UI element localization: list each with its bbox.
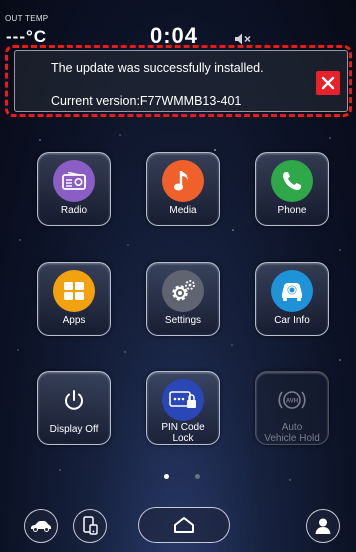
power-icon	[53, 379, 95, 421]
speaker-muted-icon	[235, 33, 251, 45]
app-button-settings[interactable]: Settings	[146, 262, 220, 336]
app-label-display-off: Display Off	[49, 424, 99, 435]
app-button-phone[interactable]: Phone	[255, 152, 329, 226]
app-label-radio: Radio	[60, 205, 88, 216]
car-icon	[31, 521, 51, 532]
phone-projection-button[interactable]	[73, 509, 107, 543]
app-button-media[interactable]: Media	[146, 152, 220, 226]
avh-icon: AVH	[271, 379, 313, 421]
gear-icon	[162, 270, 204, 312]
page-dot-active	[164, 474, 169, 479]
status-bar: OUT TEMP ---°C 0:04	[0, 0, 356, 50]
app-label-apps: Apps	[62, 315, 86, 326]
app-button-car-info[interactable]: Car Info	[255, 262, 329, 336]
home-button[interactable]	[138, 507, 230, 543]
profile-icon	[315, 518, 331, 534]
svg-text:AVH: AVH	[286, 399, 298, 405]
app-label-phone: Phone	[277, 205, 307, 216]
app-label-auto-vehicle-hold: Auto Vehicle Hold	[256, 422, 328, 444]
page-indicator	[164, 472, 204, 482]
app-label-media: Media	[169, 205, 197, 216]
app-label-auto-vehicle-hold-line2: Vehicle Hold	[264, 433, 320, 444]
home-icon	[174, 517, 194, 533]
music-note-icon	[162, 160, 204, 202]
app-label-settings: Settings	[164, 315, 202, 326]
app-button-auto-vehicle-hold[interactable]: AVH Auto Vehicle Hold	[255, 371, 329, 445]
app-button-radio[interactable]: Radio	[37, 152, 111, 226]
app-label-pin-code-lock-line1: PIN Code	[161, 422, 205, 433]
app-label-pin-code-lock: PIN Code Lock	[147, 422, 219, 444]
page-dot-inactive	[195, 474, 200, 479]
app-button-pin-code-lock[interactable]: PIN Code Lock	[146, 371, 220, 445]
app-label-auto-vehicle-hold-line1: Auto	[281, 422, 303, 433]
phone-icon	[271, 160, 313, 202]
highlight-frame	[5, 45, 352, 117]
app-button-display-off[interactable]: Display Off	[37, 371, 111, 445]
out-temp-value: ---°C	[6, 27, 48, 46]
radio-icon	[53, 160, 95, 202]
app-label-car-info: Car Info	[274, 315, 310, 326]
profile-button[interactable]	[306, 509, 340, 543]
app-label-pin-code-lock-line2: Lock	[172, 433, 194, 444]
out-temp-label: OUT TEMP	[5, 14, 49, 23]
phone-projection-icon	[83, 516, 98, 535]
app-button-apps[interactable]: Apps	[37, 262, 111, 336]
car-button[interactable]	[24, 509, 58, 543]
car-info-icon	[271, 270, 313, 312]
apps-grid-icon	[53, 270, 95, 312]
pin-card-lock-icon	[162, 379, 204, 421]
